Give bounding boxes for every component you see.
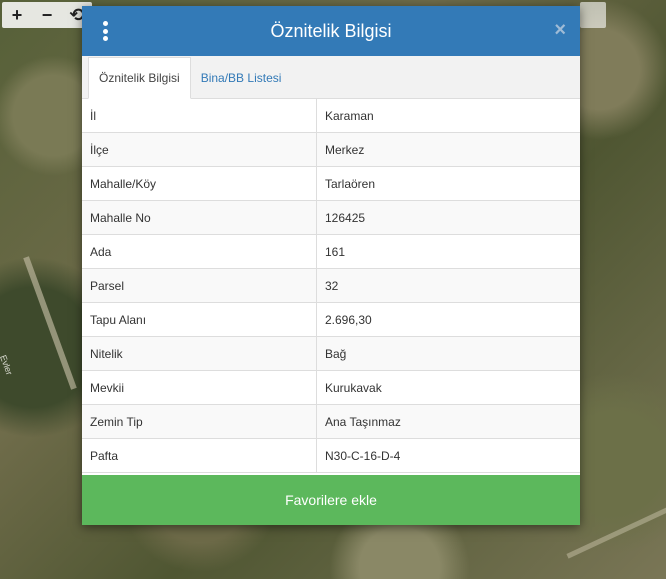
table-row: Mahalle/Köy Tarlaören [82,166,580,201]
table-row: İl Karaman [82,99,580,133]
attribute-key: Zemin Tip [82,404,317,439]
zoom-in-button[interactable]: + [2,2,32,28]
table-row: İlçe Merkez [82,132,580,167]
attribute-key: İlçe [82,132,317,167]
attribute-key: Pafta [82,438,317,473]
table-row: Mahalle No 126425 [82,200,580,235]
attribute-value: Karaman [316,99,580,133]
attribute-key: Mevkii [82,370,317,405]
modal-header: Öznitelik Bilgisi × [82,6,580,56]
zoom-out-button[interactable]: − [32,2,62,28]
attribute-value: Bağ [316,336,580,371]
attribute-value: Ana Taşınmaz [316,404,580,439]
table-row: Tapu Alanı 2.696,30 [82,302,580,337]
attribute-table: İl Karaman İlçe Merkez Mahalle/Köy Tarla… [82,99,580,473]
attribute-key: İl [82,99,317,133]
attribute-key: Parsel [82,268,317,303]
attribute-value: Kurukavak [316,370,580,405]
attribute-key: Mahalle/Köy [82,166,317,201]
more-options-icon[interactable] [100,21,110,41]
attribute-key: Nitelik [82,336,317,371]
table-row: Ada 161 [82,234,580,269]
table-row: Pafta N30-C-16-D-4 [82,438,580,473]
map-zoom-controls: + − ⟲ [2,2,92,28]
attribute-value: Tarlaören [316,166,580,201]
attribute-value: 2.696,30 [316,302,580,337]
attribute-key: Mahalle No [82,200,317,235]
table-row: Parsel 32 [82,268,580,303]
tab-attribute-info[interactable]: Öznitelik Bilgisi [88,57,191,99]
attribute-value: N30-C-16-D-4 [316,438,580,473]
tab-building-list[interactable]: Bina/BB Listesi [191,58,292,98]
close-icon[interactable]: × [554,20,566,40]
table-row: Nitelik Bağ [82,336,580,371]
map-control-button[interactable] [580,2,606,28]
attribute-value: 32 [316,268,580,303]
table-row: Mevkii Kurukavak [82,370,580,405]
table-row: Zemin Tip Ana Taşınmaz [82,404,580,439]
tab-bar: Öznitelik Bilgisi Bina/BB Listesi [82,56,580,99]
attribute-value: Merkez [316,132,580,167]
attribute-key: Tapu Alanı [82,302,317,337]
add-to-favorites-button[interactable]: Favorilere ekle [82,475,580,525]
modal-title: Öznitelik Bilgisi [270,20,392,41]
attribute-value: 161 [316,234,580,269]
attribute-value: 126425 [316,200,580,235]
attribute-info-modal: Öznitelik Bilgisi × Öznitelik Bilgisi Bi… [82,6,580,525]
attribute-key: Ada [82,234,317,269]
